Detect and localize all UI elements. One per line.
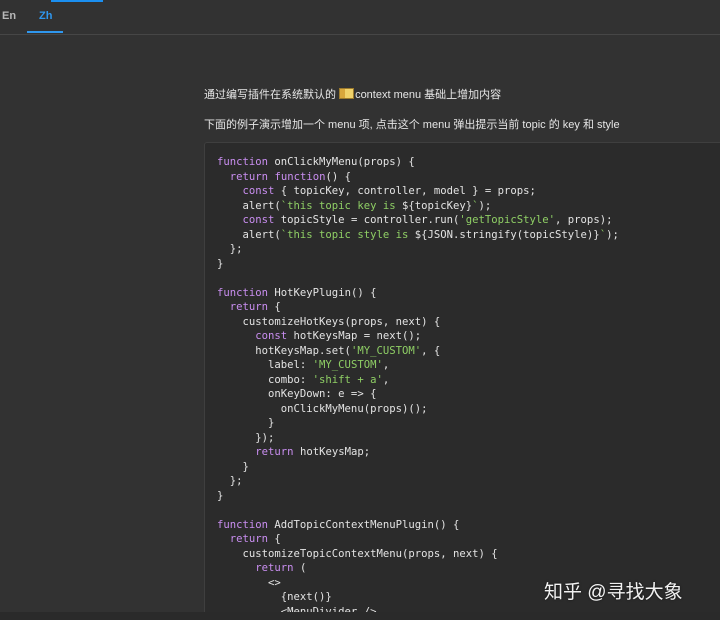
language-tab-bar: En Zh xyxy=(0,0,720,35)
code-line: }); xyxy=(217,431,275,444)
tab-zh-label: Zh xyxy=(39,10,53,22)
code-line: combo: 'shift + a', xyxy=(217,373,390,386)
code-content: function onClickMyMenu(props) { return f… xyxy=(217,155,619,619)
active-tab-indicator xyxy=(27,31,63,33)
example-description: 下面的例子演示增加一个 menu 项, 点击这个 menu 弹出提示当前 top… xyxy=(204,119,620,131)
page: En Zh 通过编写插件在系统默认的 context menu 基础上增加内容 … xyxy=(0,0,720,620)
tab-en-label: En xyxy=(2,10,17,22)
code-line: return { xyxy=(229,533,281,545)
code-line: function HotKeyPlugin() { xyxy=(217,286,377,299)
code-line: } xyxy=(217,257,224,270)
code-line: } xyxy=(217,489,224,502)
code-line: const topicStyle = controller.run('getTo… xyxy=(242,214,613,226)
code-line: return { xyxy=(229,301,281,313)
tab-en[interactable]: En xyxy=(2,10,16,30)
code-block: function onClickMyMenu(props) { return f… xyxy=(204,142,720,620)
code-line: const hotKeysMap = next(); xyxy=(255,330,422,342)
code-line: const { topicKey, controller, model } = … xyxy=(242,185,536,197)
code-line: }; xyxy=(217,243,243,255)
code-line: return ( xyxy=(255,562,307,574)
intro-text-after: context menu 基础上增加内容 xyxy=(355,89,502,101)
code-line: <> xyxy=(217,576,281,589)
bottom-strip xyxy=(0,612,720,620)
code-line: customizeHotKeys(props, next) { xyxy=(217,315,441,328)
intro-paragraph: 通过编写插件在系统默认的 context menu 基础上增加内容 xyxy=(204,86,501,102)
code-line: return function() { xyxy=(229,170,351,183)
code-line: onClickMyMenu(props)(); xyxy=(217,402,428,415)
code-line: alert(`this topic key is ${topicKey}`); xyxy=(217,199,492,212)
menu-icon xyxy=(339,88,355,99)
intro-text-before: 通过编写插件在系统默认的 xyxy=(204,89,340,101)
tab-zh[interactable]: Zh xyxy=(27,10,63,30)
code-line: function AddTopicContextMenuPlugin() { xyxy=(217,518,460,531)
code-line: return hotKeysMap; xyxy=(255,446,371,458)
code-line: label: 'MY_CUSTOM', xyxy=(217,359,390,371)
code-line: alert(`this topic style is ${JSON.string… xyxy=(217,228,619,241)
code-line: onKeyDown: e => { xyxy=(217,388,377,400)
code-line: } xyxy=(217,417,275,429)
code-line: } xyxy=(217,460,249,473)
code-line: function onClickMyMenu(props) { xyxy=(217,156,415,168)
code-line: {next()} xyxy=(217,591,332,603)
code-line: customizeTopicContextMenu(props, next) { xyxy=(217,547,498,560)
code-line: hotKeysMap.set('MY_CUSTOM', { xyxy=(217,344,441,357)
watermark: 知乎 @寻找大象 xyxy=(544,582,683,603)
code-line: }; xyxy=(217,475,243,487)
